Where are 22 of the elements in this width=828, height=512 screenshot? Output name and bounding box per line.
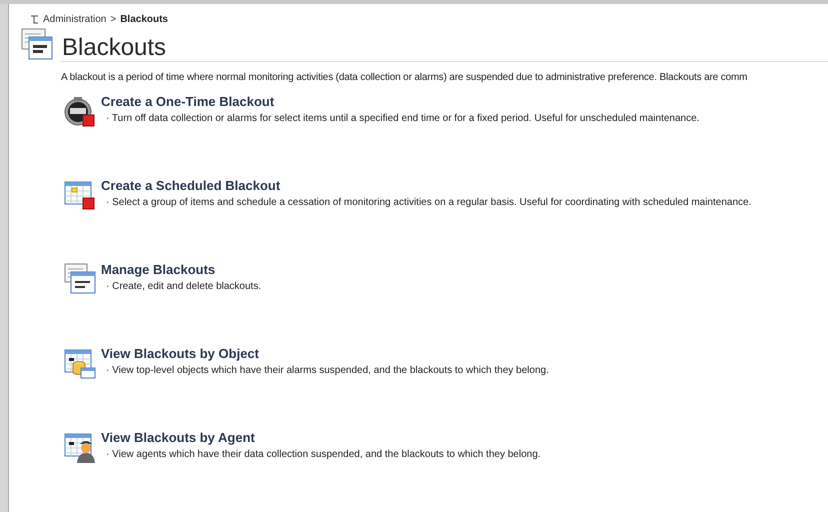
- breadcrumb-current: Blackouts: [120, 12, 168, 26]
- breadcrumb-separator: >: [110, 12, 116, 26]
- page-description: A blackout is a period of time where normal monitoring activities (data collection or alarms) are suspended due to administrative preference. Blackouts are comm: [61, 72, 748, 83]
- action-link[interactable]: Create a One-Time Blackout: [101, 93, 274, 111]
- action-link[interactable]: View Blackouts by Object: [101, 345, 259, 363]
- breadcrumb-link[interactable]: Administration: [43, 12, 106, 26]
- stopwatch-icon: [64, 95, 96, 127]
- action-description: · View agents which have their data collection suspended, and the blackouts to which they belong.: [106, 448, 541, 462]
- up-level-icon[interactable]: [30, 14, 39, 24]
- action-link[interactable]: Create a Scheduled Blackout: [101, 177, 280, 195]
- windows-icon: [64, 263, 96, 295]
- agent-icon: [64, 431, 96, 463]
- action-description: · View top-level objects which have their alarms suspended, and the blackouts to which they belong.: [106, 364, 549, 378]
- action-link[interactable]: View Blackouts by Agent: [101, 429, 255, 447]
- calendar-icon: [64, 179, 96, 211]
- action-description: · Turn off data collection or alarms for select items until a specified end time or for a fixed period. Useful for unscheduled maintenance.: [106, 112, 700, 126]
- blackouts-window-icon: [21, 28, 53, 60]
- page-title: Blackouts: [62, 34, 166, 62]
- action-description: · Create, edit and delete blackouts.: [106, 280, 262, 294]
- database-window-icon: [64, 347, 96, 379]
- action-description: · Select a group of items and schedule a cessation of monitoring activities on a regular basis. Useful for coordinating with scheduled maintenance.: [106, 196, 752, 210]
- action-link[interactable]: Manage Blackouts: [101, 261, 216, 279]
